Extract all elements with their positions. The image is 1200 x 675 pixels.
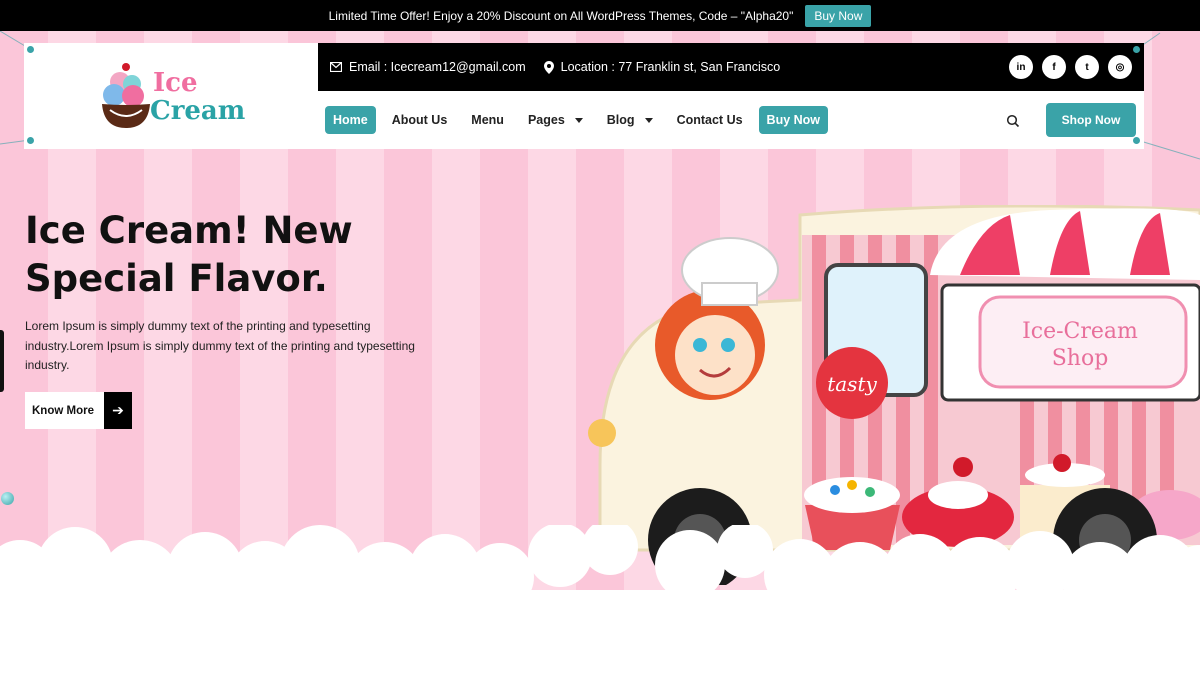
facebook-icon[interactable]: f [1042,55,1066,79]
sign-text-line2: Shop [1052,346,1109,371]
corner-dot [1133,46,1140,53]
main-nav: Home About Us Menu Pages Blog Contact Us… [325,106,836,134]
nav-home[interactable]: Home [325,106,376,134]
chevron-down-icon [644,117,653,123]
hero-title: Ice Cream! New Special Flavor. [25,209,353,300]
know-more-label: Know More [25,392,104,429]
promo-buy-button[interactable]: Buy Now [805,4,872,27]
site-logo[interactable]: Ice Cream [100,60,245,134]
arrow-right-icon: ➔ [104,392,132,429]
contact-email[interactable]: Email : Icecream12@gmail.com [330,60,526,74]
site-header: Ice Cream Email : Icecream12@gmail.com L… [24,43,1144,149]
nav-pages-label: Pages [527,113,565,127]
corner-dot [1133,137,1140,144]
nav-blog[interactable]: Blog [599,106,661,134]
social-links: in f t ◎ [1009,55,1132,79]
promo-bar: Limited Time Offer! Enjoy a 20% Discount… [0,0,1200,31]
email-icon [330,62,342,72]
sign-text-line1: Ice-Cream [1022,319,1138,344]
shop-now-button[interactable]: Shop Now [1046,103,1136,137]
nav-about-us[interactable]: About Us [384,106,456,134]
nav-buy-now-button[interactable]: Buy Now [758,106,829,134]
corner-dot [27,46,34,53]
contact-location-text: Location : 77 Franklin st, San Francisco [560,60,781,74]
nav-pages[interactable]: Pages [520,106,591,134]
ice-cream-logo-icon [102,63,150,128]
instagram-icon[interactable]: ◎ [1108,55,1132,79]
logo-text-cream: Cream [150,96,246,126]
side-tab[interactable] [0,330,4,392]
cloud-divider [0,525,1200,675]
contact-location: Location : 77 Franklin st, San Francisco [543,60,781,74]
contact-bar: Email : Icecream12@gmail.com Location : … [318,43,1144,91]
hero-description: Lorem Ipsum is simply dummy text of the … [25,319,415,372]
logo-text-ice: Ice [153,68,198,98]
corner-dot [27,137,34,144]
chevron-down-icon [574,117,583,123]
nav-contact-us[interactable]: Contact Us [669,106,751,134]
search-icon[interactable] [1006,114,1020,128]
location-pin-icon [543,60,554,74]
nav-blog-label: Blog [606,113,635,127]
decor-ball [1,492,14,505]
tasty-bubble-text: tasty [827,372,877,396]
contact-email-text: Email : Icecream12@gmail.com [349,60,526,74]
promo-text: Limited Time Offer! Enjoy a 20% Discount… [328,8,794,23]
nav-menu[interactable]: Menu [463,106,512,134]
linkedin-icon[interactable]: in [1009,55,1033,79]
twitter-icon[interactable]: t [1075,55,1099,79]
know-more-button[interactable]: Know More ➔ [25,392,132,429]
